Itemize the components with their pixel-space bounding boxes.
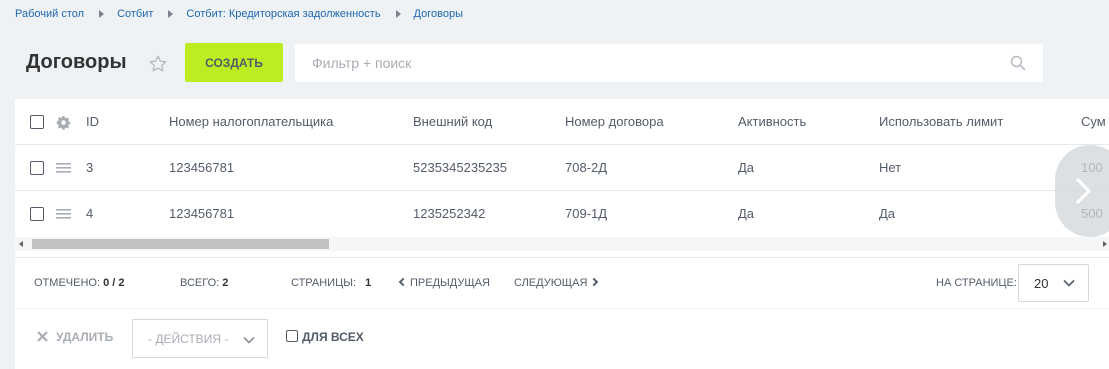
checked-label: Отмечено: bbox=[34, 277, 100, 289]
gear-icon[interactable] bbox=[56, 115, 71, 130]
chevron-left-icon bbox=[398, 277, 408, 287]
cell-id: 4 bbox=[86, 206, 94, 221]
breadcrumb-desktop[interactable]: Рабочий стол bbox=[15, 8, 84, 20]
group-actions-panel: Удалить - Действия - Для всех bbox=[15, 308, 1109, 369]
create-button[interactable]: Создать bbox=[185, 43, 283, 82]
cell-inn: 123456781 bbox=[169, 206, 235, 221]
search-input[interactable] bbox=[295, 44, 995, 82]
search-icon[interactable] bbox=[1010, 55, 1026, 71]
column-header-id[interactable]: ID bbox=[86, 99, 99, 145]
data-grid: ID Номер налогоплательщика Внешний код Н… bbox=[15, 99, 1109, 257]
next-page-label: Следующая bbox=[514, 277, 588, 289]
chevron-right-icon bbox=[1076, 178, 1091, 204]
checked-counter: Отмечено: 0 / 2 bbox=[34, 258, 124, 309]
column-header-activity[interactable]: Активность bbox=[738, 99, 806, 145]
scroll-left-arrow-icon[interactable] bbox=[19, 241, 23, 247]
total-label: Всего: bbox=[180, 277, 220, 289]
cell-external-code: 5235345235235 bbox=[413, 160, 507, 175]
next-page-link[interactable]: Следующая bbox=[514, 258, 599, 309]
pages-counter: Страницы: 1 bbox=[291, 258, 371, 309]
page-title: Договоры bbox=[26, 51, 127, 73]
column-header-use-limit[interactable]: Использовать лимит bbox=[879, 99, 1003, 145]
pagination-bar: Отмечено: 0 / 2 Всего: 2 Страницы: 1 Пре… bbox=[15, 257, 1109, 308]
drag-handle-icon[interactable] bbox=[56, 163, 71, 173]
pages-label: Страницы: bbox=[291, 277, 357, 289]
column-header-inn[interactable]: Номер налогоплательщика bbox=[169, 99, 333, 145]
breadcrumb-debt[interactable]: Сотбит: Кредиторская задолженность bbox=[186, 8, 380, 20]
table-row[interactable]: 4 123456781 1235252342 709-1Д Да Да 500 bbox=[15, 191, 1109, 237]
star-icon[interactable] bbox=[148, 54, 168, 74]
for-all-checkbox[interactable] bbox=[286, 330, 298, 342]
row-checkbox[interactable] bbox=[30, 161, 44, 175]
column-header-contract-number[interactable]: Номер договора bbox=[565, 99, 664, 145]
scroll-right-button[interactable] bbox=[1055, 145, 1109, 237]
chevron-down-icon bbox=[1063, 279, 1075, 287]
cell-use-limit: Да bbox=[879, 206, 896, 221]
per-page-label: На странице: bbox=[936, 277, 1017, 289]
select-all-checkbox[interactable] bbox=[30, 115, 44, 129]
prev-page-link[interactable]: Предыдущая bbox=[398, 258, 490, 309]
total-counter: Всего: 2 bbox=[180, 258, 228, 309]
prev-page-label: Предыдущая bbox=[410, 277, 490, 289]
cell-use-limit: Нет bbox=[879, 160, 902, 175]
cell-id: 3 bbox=[86, 160, 94, 175]
actions-select-placeholder: - Действия - bbox=[148, 332, 229, 346]
for-all-label: Для всех bbox=[302, 330, 364, 344]
chevron-right-icon bbox=[168, 10, 174, 18]
cell-activity: Да bbox=[738, 206, 755, 221]
for-all-option[interactable]: Для всех bbox=[286, 330, 364, 344]
delete-label: Удалить bbox=[56, 330, 114, 344]
horizontal-scrollbar[interactable] bbox=[15, 237, 1109, 251]
chevron-right-icon bbox=[590, 277, 599, 287]
scrollbar-thumb[interactable] bbox=[32, 239, 329, 249]
per-page-value: 20 bbox=[1034, 276, 1049, 291]
breadcrumb-contracts[interactable]: Договоры bbox=[414, 8, 463, 20]
cell-contract-number: 708-2Д bbox=[565, 160, 608, 175]
chevron-down-icon bbox=[243, 336, 255, 344]
actions-select[interactable]: - Действия - bbox=[132, 319, 268, 358]
checked-value: 0 / 2 bbox=[103, 277, 125, 289]
delete-button[interactable]: Удалить bbox=[37, 330, 113, 344]
total-value: 2 bbox=[222, 277, 229, 289]
scroll-right-arrow-icon[interactable] bbox=[1103, 241, 1107, 247]
column-header-sum[interactable]: Сум bbox=[1081, 99, 1106, 145]
chevron-right-icon bbox=[99, 10, 105, 18]
table-header-row: ID Номер налогоплательщика Внешний код Н… bbox=[15, 99, 1109, 145]
row-checkbox[interactable] bbox=[30, 207, 44, 221]
cell-external-code: 1235252342 bbox=[413, 206, 486, 221]
column-header-external-code[interactable]: Внешний код bbox=[413, 99, 492, 145]
drag-handle-icon[interactable] bbox=[56, 209, 71, 219]
chevron-right-icon bbox=[395, 10, 401, 18]
pages-value[interactable]: 1 bbox=[365, 277, 371, 289]
cell-activity: Да bbox=[738, 160, 755, 175]
close-icon bbox=[37, 331, 48, 342]
table-row[interactable]: 3 123456781 5235345235235 708-2Д Да Нет … bbox=[15, 145, 1109, 191]
breadcrumb: Рабочий стол Сотбит Сотбит: Кредиторская… bbox=[15, 8, 463, 20]
cell-contract-number: 709-1Д bbox=[565, 206, 608, 221]
search-box bbox=[295, 44, 1043, 82]
per-page-select[interactable]: 20 bbox=[1018, 264, 1089, 302]
cell-inn: 123456781 bbox=[169, 160, 235, 175]
breadcrumb-sotbit[interactable]: Сотбит bbox=[117, 8, 153, 20]
